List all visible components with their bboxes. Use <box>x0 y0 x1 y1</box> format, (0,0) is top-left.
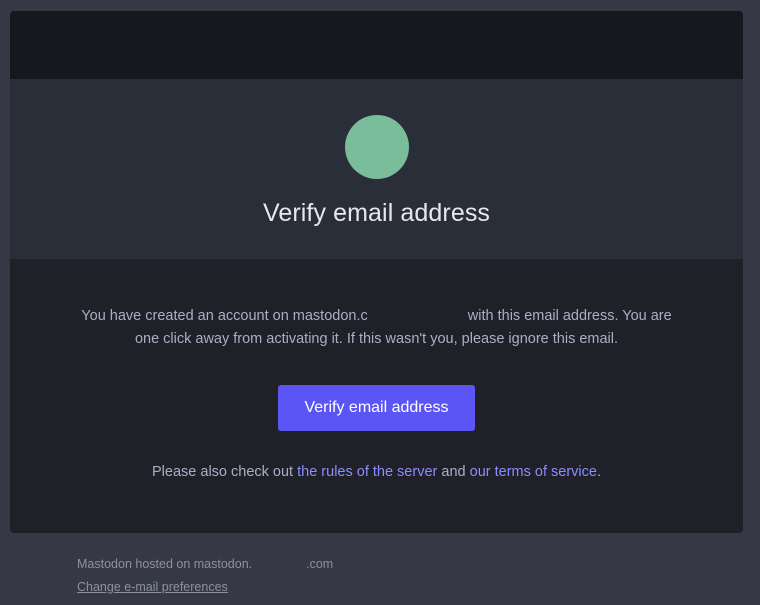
email-header-bar <box>10 11 743 79</box>
email-body: You have created an account on mastodon.… <box>10 259 743 533</box>
rules-prefix: Please also check out <box>152 464 294 480</box>
rules-message: Please also check out the rules of the s… <box>10 464 743 480</box>
hosted-line: Mastodon hosted on mastodon. .com <box>77 553 333 576</box>
redacted-host <box>252 558 306 568</box>
message-part1: You have created an account on mastodon. <box>81 308 361 324</box>
message-part1-tail: c <box>360 308 368 324</box>
hosted-suffix: .com <box>306 557 334 571</box>
rules-link[interactable]: the rules of the server <box>297 464 437 480</box>
page-title: Verify email address <box>262 199 491 227</box>
redacted-domain <box>368 308 464 322</box>
verify-email-button[interactable]: Verify email address <box>278 385 475 431</box>
hosted-prefix: Mastodon hosted on mastodon. <box>77 557 253 571</box>
email-card: Verify email address You have created an… <box>10 11 743 533</box>
rules-suffix: . <box>596 464 601 480</box>
email-preferences-link[interactable]: Change e-mail preferences <box>77 580 228 594</box>
email-hero: Verify email address <box>10 79 743 259</box>
account-message: You have created an account on mastodon.… <box>70 305 683 351</box>
avatar <box>345 115 409 179</box>
email-footer: Mastodon hosted on mastodon. .com Change … <box>77 553 333 599</box>
terms-link[interactable]: our terms of service <box>470 464 597 480</box>
rules-and: and <box>441 464 466 480</box>
